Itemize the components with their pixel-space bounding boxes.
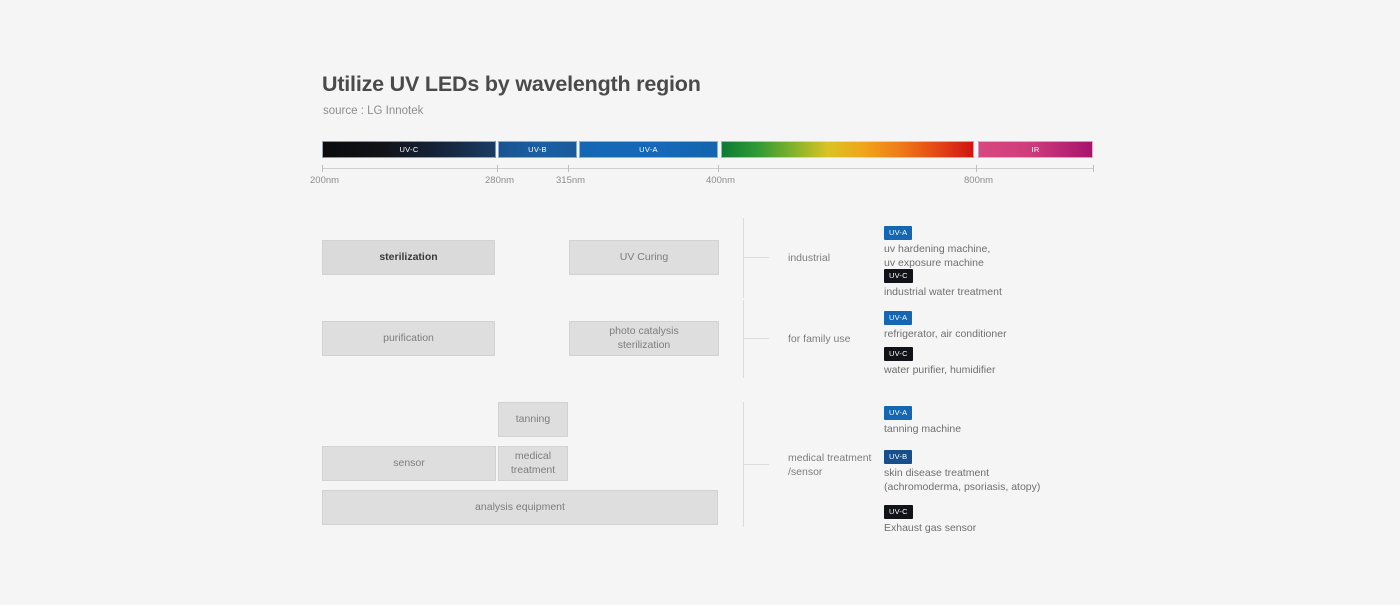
badge-group: UV-A uv hardening machine, uv exposure mac…: [884, 222, 990, 271]
source-credit: source : LG Innotek: [323, 105, 424, 117]
badge-group: UV-C Exhaust gas sensor: [884, 501, 976, 536]
spectrum-band-uv-c: UV-C: [322, 141, 496, 158]
badge-group: UV-C water purifier, humidifier: [884, 343, 995, 378]
axis-tick: [718, 165, 719, 172]
wavelength-badge-uva: UV-A: [884, 226, 913, 240]
axis-tick-end: [1093, 165, 1094, 172]
application-box: purification: [322, 321, 495, 356]
axis-tick: [976, 165, 977, 172]
spectrum-band-uv-a: UV-A: [579, 141, 718, 158]
page-title: Utilize UV LEDs by wavelength region: [322, 72, 701, 96]
spectrum-band-label: UV-C: [399, 144, 419, 154]
spectrum-band-visible: [721, 141, 974, 158]
axis-tick: [497, 165, 498, 172]
spectrum-band-label: UV-B: [528, 144, 547, 154]
axis-tick-label: 200nm: [310, 175, 340, 186]
axis-baseline: [322, 168, 1093, 169]
application-box: sterilization: [322, 240, 495, 275]
badge-description: Exhaust gas sensor: [884, 522, 977, 534]
bracket-vertical: [743, 300, 744, 378]
spectrum-band-label: UV-A: [639, 144, 658, 154]
spectrum-band-uv-b: UV-B: [498, 141, 577, 158]
spectrum-band-label: IR: [1031, 144, 1040, 154]
axis-tick: [568, 165, 569, 172]
badge-group: UV-A tanning machine: [884, 402, 961, 437]
wavelength-badge-uva: UV-A: [884, 311, 913, 325]
application-box: sensor: [322, 446, 496, 481]
bracket-connector: [743, 338, 769, 339]
application-box: analysis equipment: [322, 490, 718, 525]
bracket-connector: [743, 464, 769, 465]
axis-tick-label: 800nm: [964, 175, 994, 186]
badge-description: tanning machine: [884, 423, 962, 435]
category-label-family: for family use: [788, 333, 851, 345]
spectrum-band-ir: IR: [978, 141, 1093, 158]
category-label-industrial: industrial: [788, 252, 831, 264]
application-box: medical treatment: [498, 446, 568, 481]
badge-description: refrigerator, air conditioner: [884, 328, 1007, 340]
badge-description: skin disease treatment (achromoderma, pso…: [884, 467, 1041, 493]
wavelength-badge-uvc: UV-C: [884, 269, 913, 283]
badge-group: UV-C industrial water treatment: [884, 265, 1002, 300]
category-label-medical: medical treatment/sensor: [788, 452, 872, 479]
wavelength-badge-uva: UV-A: [884, 406, 913, 420]
wavelength-badge-uvc: UV-C: [884, 347, 913, 361]
badge-description: water purifier, humidifier: [884, 364, 996, 376]
infographic-canvas: Utilize UV LEDs by wavelength region sou…: [0, 0, 1400, 605]
bracket-vertical: [743, 218, 744, 298]
badge-group: UV-B skin disease treatment (achromoderma,…: [884, 446, 1040, 495]
wavelength-badge-uvb: UV-B: [884, 450, 913, 464]
bracket-connector: [743, 257, 769, 258]
application-box: UV Curing: [569, 240, 719, 275]
axis-tick-label: 315nm: [556, 175, 586, 186]
axis-tick-label: 280nm: [485, 175, 515, 186]
axis-tick-label: 400nm: [706, 175, 736, 186]
wavelength-badge-uvc: UV-C: [884, 505, 913, 519]
axis-tick: [322, 165, 323, 172]
badge-group: UV-A refrigerator, air conditioner: [884, 307, 1007, 342]
application-box: tanning: [498, 402, 568, 437]
application-box: photo catalysis sterilization: [569, 321, 719, 356]
badge-description: industrial water treatment: [884, 286, 1002, 298]
